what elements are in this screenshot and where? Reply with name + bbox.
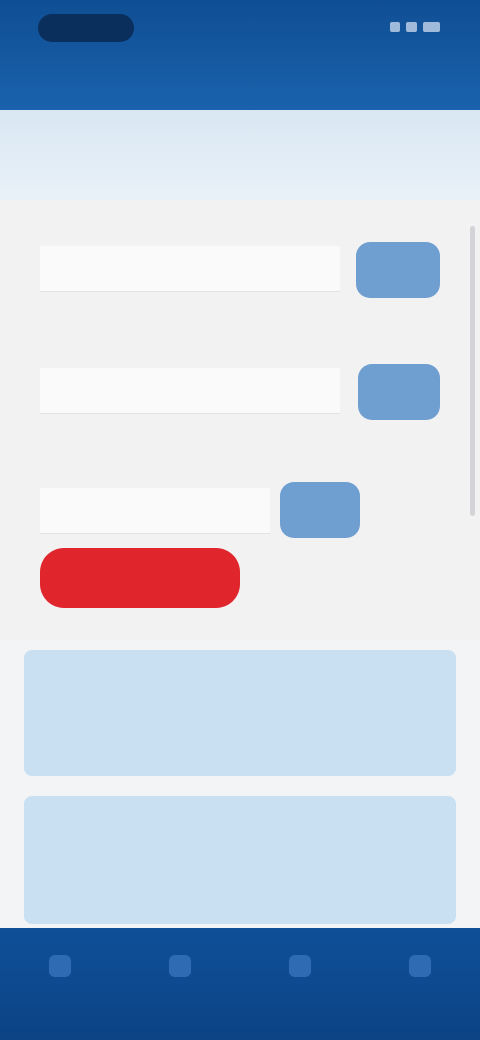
nav-item-chart[interactable]	[260, 955, 340, 983]
list-icon	[169, 955, 191, 977]
user-icon	[409, 955, 431, 977]
bottom-nav	[0, 928, 480, 1040]
field-button-1[interactable]	[356, 242, 440, 298]
field-input-2[interactable]	[40, 368, 340, 414]
battery-icon	[422, 22, 440, 32]
status-icons	[390, 18, 440, 36]
status-time-pill	[38, 14, 134, 42]
info-card-1	[24, 650, 456, 776]
info-card-2	[24, 796, 456, 924]
wifi-icon	[406, 22, 417, 32]
field-button-3[interactable]	[280, 482, 360, 538]
field-input-3[interactable]	[40, 488, 270, 534]
field-input-1[interactable]	[40, 246, 340, 292]
nav-item-list[interactable]	[140, 955, 220, 983]
chart-icon	[289, 955, 311, 977]
nav-item-user[interactable]	[380, 955, 460, 983]
field-button-2[interactable]	[358, 364, 440, 420]
scrollbar[interactable]	[470, 226, 475, 516]
danger-button[interactable]	[40, 548, 240, 608]
signal-icon	[390, 22, 401, 32]
nav-item-home[interactable]	[20, 955, 100, 983]
home-icon	[49, 955, 71, 977]
app-header	[0, 0, 480, 110]
page-title-band	[0, 110, 480, 200]
